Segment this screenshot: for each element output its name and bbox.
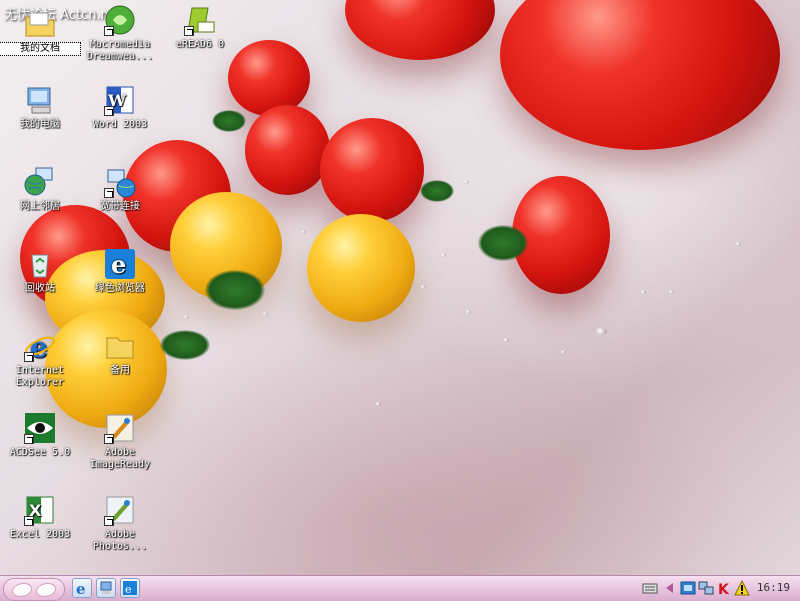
shortcut-arrow-icon [104,26,114,36]
desktop-icon-acdsee[interactable]: ACDSee 5.0 [0,412,80,459]
folder-icon [104,330,136,362]
icon-label: Macromedia Dreamwea... [86,39,154,62]
desktop-icon-excel[interactable]: X Excel 2003 [0,494,80,541]
icon-label: 我的文档 [0,42,81,56]
desktop-icon-dreamweaver[interactable]: Macromedia Dreamwea... [80,4,160,63]
computer-icon [24,84,56,116]
recycle-bin-icon [24,248,56,280]
shortcut-arrow-icon [24,352,34,362]
warning-icon[interactable] [734,579,750,596]
desktop-icon-my-documents[interactable]: 我的文档 [0,8,81,56]
word-icon: W [104,84,136,116]
keyboard-icon[interactable] [642,580,658,596]
broadband-connection-icon [104,166,136,198]
antivirus-k-icon[interactable]: K [716,580,732,598]
desktop-icon-network-places[interactable]: 网上邻居 [0,166,80,213]
monitor-icon[interactable] [680,580,696,596]
imageready-icon [104,412,136,444]
shortcut-arrow-icon [24,434,34,444]
browser-icon: e [123,581,137,596]
icon-label: 绿色浏览器 [95,283,145,294]
icon-label: eREAD6 0 [175,39,225,50]
icon-label: ACDSee 5.0 [9,447,71,458]
desktop-icon-word[interactable]: W Word 2003 [80,84,160,131]
taskbar: e e K 16:19 [0,575,800,601]
dreamweaver-icon [104,4,136,36]
desktop-icon-my-computer[interactable]: 我的电脑 [0,84,80,131]
desktop-icon-broadband[interactable]: 宽带连接 [80,166,160,213]
shortcut-arrow-icon [184,26,194,36]
taskbar-clock[interactable]: 16:19 [757,581,790,594]
icon-label: 网上邻居 [20,201,60,212]
internet-explorer-icon: e [76,580,86,598]
shortcut-arrow-icon [104,188,114,198]
computer-icon [100,581,112,594]
icon-label: 宽带连接 [100,201,140,212]
icon-label: Adobe ImageReady [89,447,151,470]
desktop-icon-recycle-bin[interactable]: 回收站 [0,248,80,295]
start-button[interactable] [3,578,65,601]
network-icon[interactable] [698,580,714,596]
svg-text:e: e [76,580,86,597]
shortcut-arrow-icon [104,434,114,444]
shortcut-arrow-icon [104,106,114,116]
network-globe-icon [24,166,56,198]
shortcut-arrow-icon [104,516,114,526]
icon-label: Internet Explorer [15,365,65,388]
desktop-icon-imageready[interactable]: Adobe ImageReady [80,412,160,471]
shortcut-arrow-icon [24,516,34,526]
internet-explorer-icon: e [24,330,56,364]
icon-label: 我的电脑 [20,119,60,130]
photoshop-icon [104,494,136,526]
desktop-icon-green-browser[interactable]: e 绿色浏览器 [80,248,160,295]
folder-documents-icon [24,8,56,40]
arrow-icon[interactable] [662,580,678,596]
desktop-icon-backup-folder[interactable]: 备用 [80,330,160,377]
desktop-icon-internet-explorer[interactable]: e Internet Explorer [0,330,80,389]
icon-label: 备用 [110,365,130,376]
icon-label: Word 2003 [92,119,148,130]
svg-text:K: K [718,582,730,596]
excel-icon: X [24,494,56,526]
svg-text:e: e [125,583,132,596]
quicklaunch-browser[interactable]: e [120,578,140,598]
svg-text:e: e [111,250,126,279]
browser-e-icon: e [104,248,136,280]
acdsee-eye-icon [24,412,56,444]
quicklaunch-internet-explorer[interactable]: e [72,578,92,598]
eread-icon [184,4,216,36]
quicklaunch-my-computer[interactable] [96,578,116,598]
icon-label: Adobe Photos... [92,529,148,552]
icon-label: Excel 2003 [9,529,71,540]
desktop-icon-photoshop[interactable]: Adobe Photos... [80,494,160,553]
icon-label: 回收站 [25,283,55,294]
desktop-icon-eread[interactable]: eREAD6 0 [160,4,240,51]
